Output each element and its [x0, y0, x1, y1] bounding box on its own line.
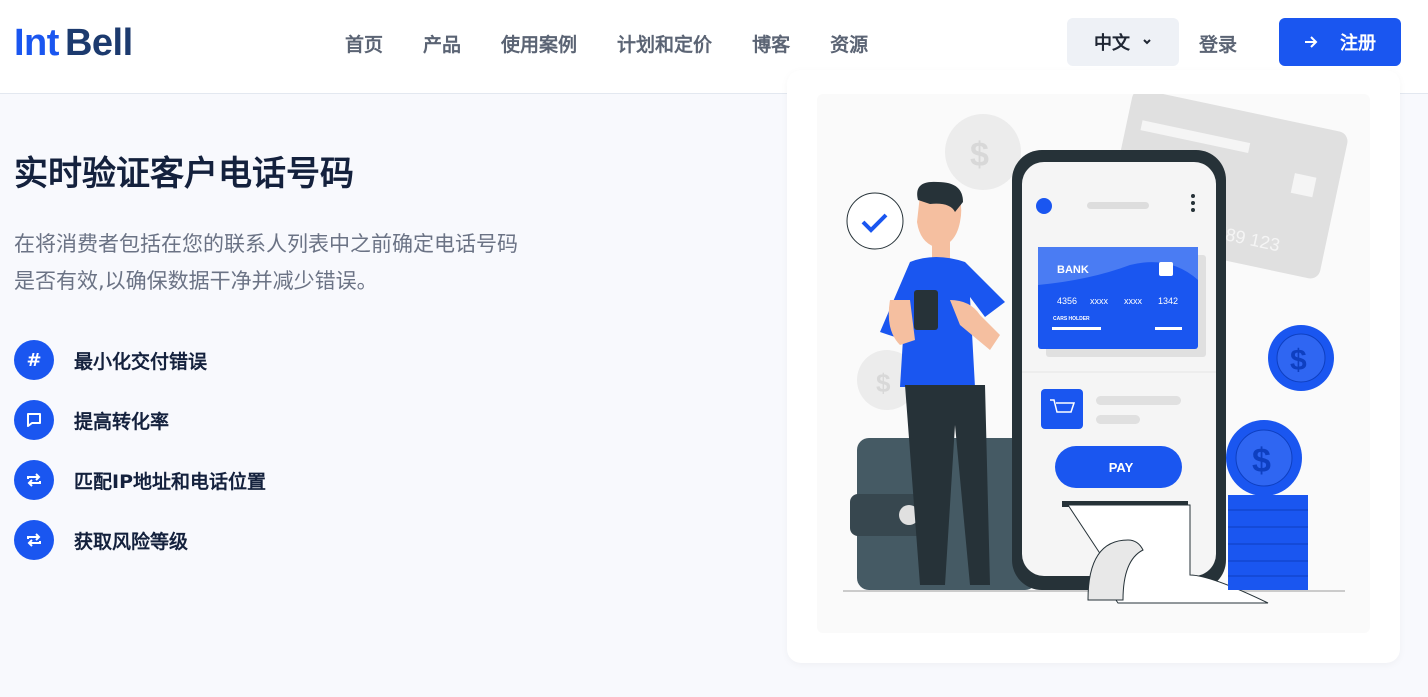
nav-use-cases[interactable]: 使用案例 — [501, 30, 577, 57]
svg-text:$: $ — [970, 136, 989, 174]
main-nav: 首页 产品 使用案例 计划和定价 博客 资源 — [345, 30, 868, 57]
page-title: 实时验证客户电话号码 — [14, 154, 354, 194]
svg-text:CARS HOLDER: CARS HOLDER — [1053, 316, 1090, 322]
arrow-right-icon — [1305, 36, 1318, 48]
svg-text:xxxx: xxxx — [1124, 296, 1143, 306]
login-link[interactable]: 登录 — [1199, 30, 1237, 57]
feature-item: 匹配IP地址和电话位置 — [14, 460, 266, 500]
feature-list: # 最小化交付错误 提高转化率 匹配IP地址和电话位置 获取风险等级 — [14, 340, 266, 580]
signup-button[interactable]: 注册 — [1279, 18, 1401, 66]
hash-icon: # — [14, 340, 54, 380]
svg-text:$: $ — [876, 368, 891, 398]
nav-resources[interactable]: 资源 — [830, 30, 868, 57]
illustration: 789 123 $ $ BANK 4356 xxxx xxxx 1342 CAR… — [817, 94, 1370, 633]
coin-stack — [1228, 495, 1308, 590]
logo[interactable]: Int Bell — [14, 22, 133, 65]
svg-text:$: $ — [1290, 344, 1307, 377]
language-select[interactable]: 中文 — [1067, 18, 1179, 66]
nav-pricing[interactable]: 计划和定价 — [617, 30, 712, 57]
svg-text:$: $ — [1252, 442, 1271, 480]
svg-text:BANK: BANK — [1057, 264, 1089, 276]
check-bubble-icon — [846, 192, 904, 250]
repeat-icon — [14, 520, 54, 560]
chevron-down-icon — [1143, 39, 1151, 45]
svg-text:xxxx: xxxx — [1090, 296, 1109, 306]
nav-products[interactable]: 产品 — [423, 30, 461, 57]
svg-text:1342: 1342 — [1158, 296, 1178, 306]
feature-item: 获取风险等级 — [14, 520, 266, 560]
svg-text:PAY: PAY — [1109, 460, 1134, 475]
repeat-icon — [14, 460, 54, 500]
chat-icon — [14, 400, 54, 440]
cart-icon — [1041, 389, 1083, 429]
feature-item: 提高转化率 — [14, 400, 266, 440]
nav-blog[interactable]: 博客 — [752, 30, 790, 57]
svg-text:4356: 4356 — [1057, 296, 1077, 306]
feature-item: # 最小化交付错误 — [14, 340, 266, 380]
hero-description: 在将消费者包括在您的联系人列表中之前确定电话号码 是否有效,以确保数据干净并减少错… — [14, 232, 518, 293]
nav-home[interactable]: 首页 — [345, 30, 383, 57]
